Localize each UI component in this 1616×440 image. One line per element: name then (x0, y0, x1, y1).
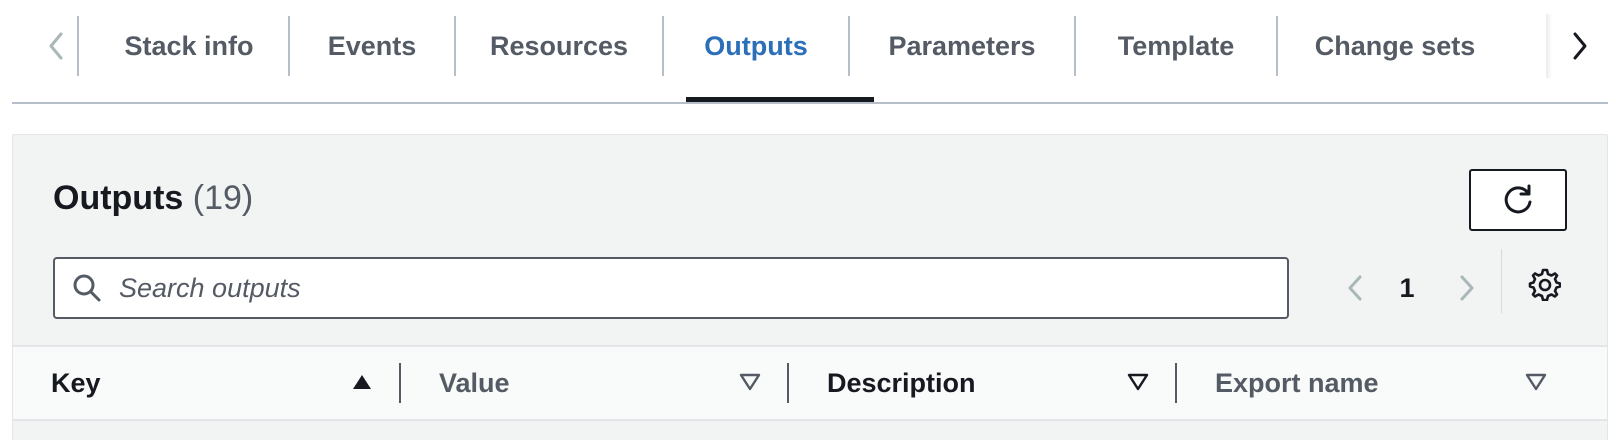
column-label: Key (51, 367, 101, 398)
tab-template[interactable]: Template (1076, 16, 1276, 76)
tabs-bar: Stack info Events Resources Outputs Para… (12, 0, 1608, 104)
tabs-scroll-right-button[interactable] (1552, 16, 1608, 76)
tab-change-sets[interactable]: Change sets (1278, 16, 1512, 76)
chevron-right-icon (1573, 32, 1587, 60)
current-page-number[interactable]: 1 (1385, 259, 1429, 317)
gear-icon (1528, 268, 1561, 301)
refresh-icon (1504, 184, 1532, 214)
chevron-left-icon (49, 32, 63, 60)
search-icon (55, 259, 119, 317)
tab-events[interactable]: Events (290, 16, 454, 76)
sort-icon (1127, 373, 1149, 391)
search-input[interactable] (119, 272, 1269, 304)
sort-icon (1525, 373, 1547, 391)
column-label: Value (439, 367, 510, 398)
column-label: Export name (1215, 367, 1379, 398)
next-page-button[interactable] (1447, 259, 1487, 317)
outputs-panel: Outputs (19) 1 (12, 134, 1608, 440)
refresh-button[interactable] (1469, 169, 1567, 231)
column-divider (1175, 363, 1177, 403)
panel-title: Outputs (19) (53, 179, 253, 218)
search-box (53, 257, 1289, 319)
panel-title-text: Outputs (53, 179, 184, 217)
column-header-description[interactable]: Description (827, 347, 1157, 419)
tab-outputs[interactable]: Outputs (664, 16, 848, 76)
previous-page-button[interactable] (1335, 259, 1375, 317)
tabs-scroll-left-button[interactable] (28, 16, 84, 76)
column-header-key[interactable]: Key (51, 347, 381, 419)
preferences-button[interactable] (1513, 253, 1575, 315)
pagination-divider (1501, 249, 1502, 313)
chevron-left-icon (1348, 275, 1362, 301)
chevron-right-icon (1460, 275, 1474, 301)
tab-divider (77, 16, 79, 76)
tab-stack-info[interactable]: Stack info (90, 16, 288, 76)
column-divider (399, 363, 401, 403)
column-header-value[interactable]: Value (439, 347, 769, 419)
outputs-count: (19) (192, 179, 254, 217)
column-label: Description (827, 367, 976, 398)
sort-ascending-icon (353, 375, 371, 389)
tab-resources[interactable]: Resources (456, 16, 662, 76)
column-divider (787, 363, 789, 403)
column-header-export-name[interactable]: Export name (1215, 347, 1575, 419)
sort-icon (739, 373, 761, 391)
tabs-divider (12, 102, 1608, 104)
tab-parameters[interactable]: Parameters (850, 16, 1074, 76)
table-header: Key Value Description Export name (13, 345, 1607, 421)
